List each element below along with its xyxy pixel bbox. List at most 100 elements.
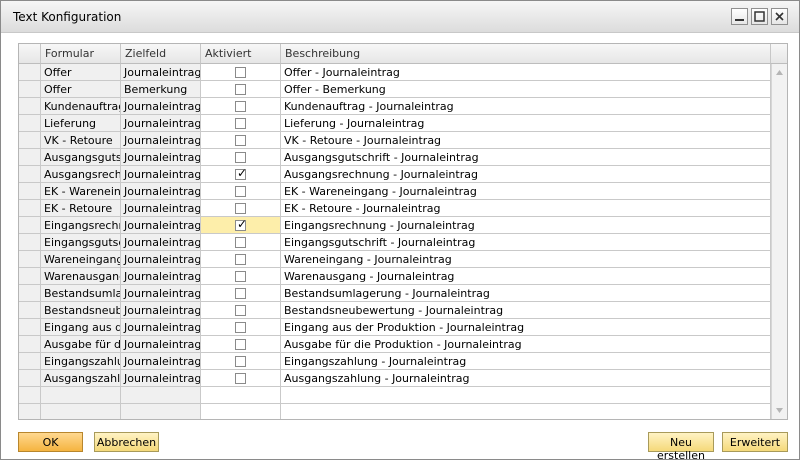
row-number-cell[interactable]	[19, 166, 41, 183]
aktiviert-cell[interactable]	[201, 81, 281, 98]
new-button[interactable]: Neu erstellen	[648, 432, 714, 462]
aktiviert-checkbox[interactable]	[235, 135, 246, 146]
aktiviert-checkbox[interactable]	[235, 254, 246, 265]
table-row[interactable]: EingangsrechnunJournaleintrag ✓ Eingangsre…	[19, 217, 771, 234]
row-number-cell[interactable]	[19, 217, 41, 234]
beschreibung-cell[interactable]: Ausgangsgutschrift - Journaleintrag	[281, 149, 771, 166]
title-bar[interactable]: Text Konfiguration	[1, 1, 799, 33]
aktiviert-checkbox[interactable]	[235, 356, 246, 367]
row-number-cell[interactable]	[19, 81, 41, 98]
minimize-button[interactable]	[731, 8, 748, 25]
aktiviert-cell[interactable]	[201, 268, 281, 285]
table-row[interactable]: EingangszahlungJournaleintrag Eingangszah…	[19, 353, 771, 370]
row-number-cell[interactable]	[19, 115, 41, 132]
row-number-cell[interactable]	[19, 98, 41, 115]
aktiviert-cell[interactable]	[201, 200, 281, 217]
aktiviert-checkbox[interactable]	[235, 186, 246, 197]
vertical-scrollbar[interactable]	[771, 64, 787, 419]
column-header-zielfeld[interactable]: Zielfeld	[121, 44, 201, 64]
row-number-cell[interactable]	[19, 336, 41, 353]
table-row[interactable]: Offer Bemerkung Offer - Bemerkung	[19, 81, 771, 98]
aktiviert-checkbox[interactable]	[235, 118, 246, 129]
row-number-cell[interactable]	[19, 319, 41, 336]
table-row[interactable]: AusgangszahlunJournaleintrag Ausgangszahl…	[19, 370, 771, 387]
close-button[interactable]	[771, 8, 788, 25]
scroll-down-icon[interactable]	[773, 404, 786, 417]
row-number-cell[interactable]	[19, 64, 41, 81]
advanced-button[interactable]: Erweitert	[722, 432, 788, 452]
aktiviert-checkbox[interactable]	[235, 288, 246, 299]
beschreibung-cell[interactable]: Ausgabe für die Produktion - Journaleint…	[281, 336, 771, 353]
aktiviert-checkbox[interactable]	[235, 84, 246, 95]
beschreibung-cell[interactable]: Eingangsgutschrift - Journaleintrag	[281, 234, 771, 251]
row-number-cell[interactable]	[19, 302, 41, 319]
row-number-cell[interactable]	[19, 251, 41, 268]
table-row[interactable]: Lieferung Journaleintrag Lieferung - Journ…	[19, 115, 771, 132]
table-row[interactable]: Wareneingang Journaleintrag Wareneingang -…	[19, 251, 771, 268]
aktiviert-cell[interactable]	[201, 302, 281, 319]
cancel-button[interactable]: Abbrechen	[94, 432, 159, 452]
aktiviert-cell[interactable]	[201, 387, 281, 404]
table-row[interactable]: BestandsumlagerJournaleintrag Bestandsuml…	[19, 285, 771, 302]
aktiviert-cell[interactable]	[201, 319, 281, 336]
table-row[interactable]: AusgangsgutschJournaleintrag Ausgangsguts…	[19, 149, 771, 166]
table-row[interactable]: Offer Journaleintrag Offer - Journaleintra…	[19, 64, 771, 81]
ok-button[interactable]: OK	[18, 432, 83, 452]
table-row[interactable]: Kundenauftrag Journaleintrag Kundenauftrag…	[19, 98, 771, 115]
beschreibung-cell[interactable]: Ausgangszahlung - Journaleintrag	[281, 370, 771, 387]
aktiviert-checkbox[interactable]	[235, 203, 246, 214]
beschreibung-cell[interactable]: Eingang aus der Produktion - Journaleint…	[281, 319, 771, 336]
aktiviert-cell[interactable]	[201, 98, 281, 115]
beschreibung-cell[interactable]: Kundenauftrag - Journaleintrag	[281, 98, 771, 115]
aktiviert-cell[interactable]	[201, 234, 281, 251]
beschreibung-cell[interactable]: Eingangszahlung - Journaleintrag	[281, 353, 771, 370]
scroll-up-icon[interactable]	[773, 66, 786, 79]
beschreibung-cell[interactable]: Eingangsrechnung - Journaleintrag	[281, 217, 771, 234]
aktiviert-cell[interactable]	[201, 132, 281, 149]
table-row[interactable]: Eingang aus derJournaleintrag Eingang aus…	[19, 319, 771, 336]
beschreibung-cell[interactable]: EK - Retoure - Journaleintrag	[281, 200, 771, 217]
aktiviert-cell[interactable]	[201, 404, 281, 419]
beschreibung-cell[interactable]: Offer - Bemerkung	[281, 81, 771, 98]
row-number-cell[interactable]	[19, 387, 41, 404]
beschreibung-cell[interactable]: Ausgangsrechnung - Journaleintrag	[281, 166, 771, 183]
beschreibung-cell[interactable]	[281, 404, 771, 419]
aktiviert-checkbox[interactable]	[235, 339, 246, 350]
table-row[interactable]	[19, 387, 771, 404]
table-row[interactable]: EK - WareneingaJournaleintrag EK - Warene…	[19, 183, 771, 200]
row-number-cell[interactable]	[19, 285, 41, 302]
aktiviert-checkbox[interactable]: ✓	[235, 166, 247, 180]
table-row[interactable]: EK - Retoure Journaleintrag EK - Retoure -…	[19, 200, 771, 217]
aktiviert-cell[interactable]: ✓	[201, 166, 281, 183]
aktiviert-cell[interactable]	[201, 251, 281, 268]
row-number-cell[interactable]	[19, 353, 41, 370]
column-header-aktiviert[interactable]: Aktiviert	[201, 44, 281, 64]
table-row[interactable]: BestandsneubewJournaleintrag Bestandsneub…	[19, 302, 771, 319]
beschreibung-cell[interactable]: EK - Wareneingang - Journaleintrag	[281, 183, 771, 200]
table-row[interactable]	[19, 404, 771, 419]
aktiviert-cell[interactable]	[201, 183, 281, 200]
row-number-cell[interactable]	[19, 200, 41, 217]
row-number-cell[interactable]	[19, 132, 41, 149]
beschreibung-cell[interactable]: Lieferung - Journaleintrag	[281, 115, 771, 132]
aktiviert-checkbox[interactable]	[235, 101, 246, 112]
table-row[interactable]: AusgangsrechnuJournaleintrag ✓ Ausgangsrec…	[19, 166, 771, 183]
aktiviert-checkbox[interactable]	[235, 322, 246, 333]
beschreibung-cell[interactable]: Offer - Journaleintrag	[281, 64, 771, 81]
aktiviert-checkbox[interactable]	[235, 237, 246, 248]
beschreibung-cell[interactable]	[281, 387, 771, 404]
row-number-cell[interactable]	[19, 404, 41, 419]
row-number-cell[interactable]	[19, 370, 41, 387]
column-header-beschreibung[interactable]: Beschreibung	[281, 44, 771, 64]
aktiviert-cell[interactable]	[201, 149, 281, 166]
aktiviert-cell[interactable]	[201, 285, 281, 302]
aktiviert-cell[interactable]	[201, 353, 281, 370]
beschreibung-cell[interactable]: Bestandsneubewertung - Journaleintrag	[281, 302, 771, 319]
aktiviert-checkbox[interactable]: ✓	[235, 217, 247, 231]
table-row[interactable]: Warenausgang Journaleintrag Warenausgang -…	[19, 268, 771, 285]
beschreibung-cell[interactable]: Wareneingang - Journaleintrag	[281, 251, 771, 268]
aktiviert-checkbox[interactable]	[235, 152, 246, 163]
aktiviert-cell[interactable]	[201, 370, 281, 387]
beschreibung-cell[interactable]: Bestandsumlagerung - Journaleintrag	[281, 285, 771, 302]
aktiviert-cell[interactable]	[201, 115, 281, 132]
